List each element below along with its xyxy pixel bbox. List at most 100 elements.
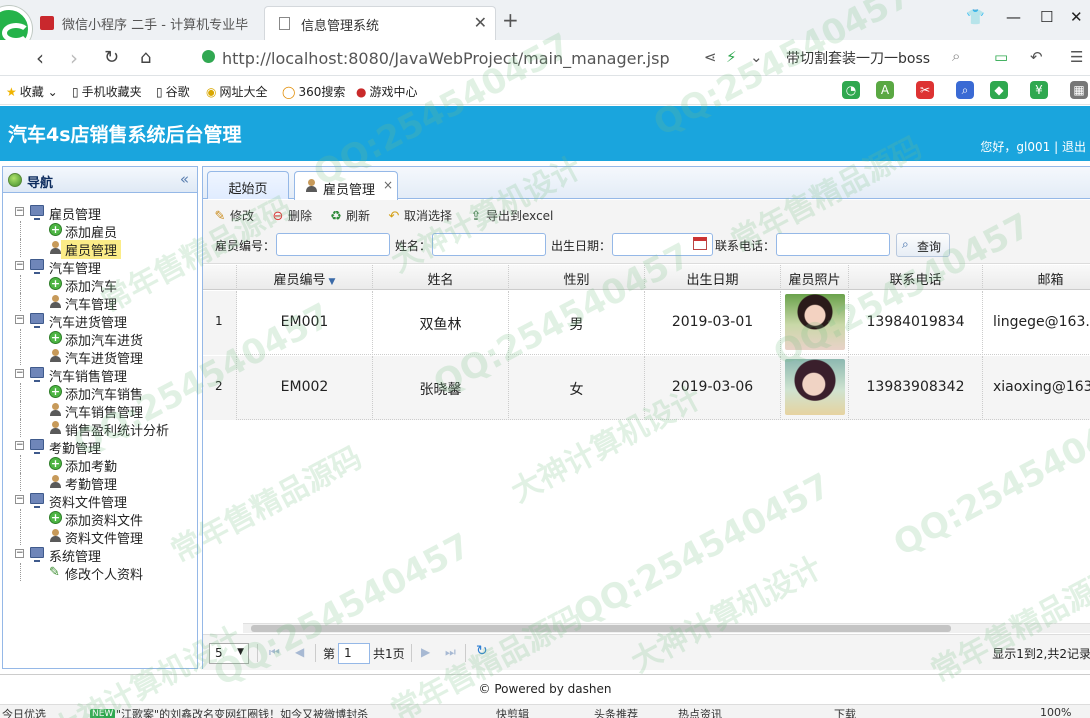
prev-page-icon[interactable]: ◀: [295, 645, 304, 659]
collapse-toggle-icon[interactable]: −: [15, 441, 24, 450]
close-tab-icon[interactable]: ✕: [474, 13, 487, 32]
table-row[interactable]: 2 EM002 张晓馨 女 2019-03-06 13983908342 xia…: [203, 356, 1090, 420]
sidebar-item[interactable]: + 添加资料文件: [3, 509, 197, 529]
sidebar-group[interactable]: − 考勤管理: [3, 437, 197, 457]
collapse-toggle-icon[interactable]: −: [15, 369, 24, 378]
collapse-toggle-icon[interactable]: −: [15, 207, 24, 216]
status-item-clip[interactable]: 快剪辑: [496, 706, 529, 718]
status-item-toutiao[interactable]: 头条推荐: [594, 706, 638, 718]
apps-grid-icon[interactable]: ▦: [1070, 81, 1088, 99]
sidebar-group[interactable]: − 汽车管理: [3, 257, 197, 277]
phone-input[interactable]: [776, 233, 890, 256]
back-icon[interactable]: ‹: [36, 46, 44, 70]
battery-icon[interactable]: ▭: [994, 48, 1008, 66]
delete-button[interactable]: ⊖ 删除: [271, 207, 312, 224]
collapse-icon[interactable]: «: [180, 170, 189, 188]
page-size-select[interactable]: 5 ▼: [209, 643, 249, 664]
url-field[interactable]: http://localhost:8080/JavaWebProject/mai…: [196, 46, 696, 70]
tab-employee-management[interactable]: 雇员管理 ×: [294, 171, 398, 200]
export-excel-button[interactable]: ⇪ 导出到excel: [469, 207, 554, 224]
sidebar-group[interactable]: − 汽车销售管理: [3, 365, 197, 385]
status-item-news[interactable]: 热点资讯: [678, 706, 722, 718]
sidebar-item[interactable]: + 添加汽车销售: [3, 383, 197, 403]
shirt-icon[interactable]: 👕: [966, 8, 985, 26]
share-icon[interactable]: ⋖: [704, 48, 717, 66]
sidebar-item[interactable]: 汽车销售管理: [3, 401, 197, 421]
sidebar-item[interactable]: + 添加汽车: [3, 275, 197, 295]
collapse-toggle-icon[interactable]: −: [15, 261, 24, 270]
refresh-icon[interactable]: ↻: [476, 643, 488, 659]
forward-icon[interactable]: ›: [70, 46, 78, 70]
wechat-extension-icon[interactable]: ◔: [842, 81, 860, 99]
scrollbar-thumb[interactable]: [251, 625, 951, 632]
next-page-icon[interactable]: ▶: [421, 645, 430, 659]
name-input[interactable]: [432, 233, 546, 256]
calendar-icon[interactable]: [693, 237, 707, 250]
browser-tab-1[interactable]: 微信小程序 二手 - 计算机专业毕: [26, 6, 262, 40]
sidebar-item[interactable]: + 添加雇员: [3, 221, 197, 241]
logout-link[interactable]: 退出: [1062, 140, 1086, 154]
bookmark-games[interactable]: ● 游戏中心: [356, 83, 418, 100]
search-box[interactable]: 带切割套装一刀一boss: [786, 48, 930, 68]
sidebar-item[interactable]: 雇员管理: [3, 239, 197, 259]
undo-icon[interactable]: ↶: [1030, 48, 1043, 66]
sidebar-item[interactable]: 销售盈利统计分析: [3, 419, 197, 439]
chevron-down-icon[interactable]: ⌄: [750, 48, 763, 66]
close-icon[interactable]: ×: [383, 178, 393, 192]
sidebar-group[interactable]: − 系统管理: [3, 545, 197, 565]
home-icon[interactable]: ⌂: [140, 47, 151, 68]
sidebar-group[interactable]: − 汽车进货管理: [3, 311, 197, 331]
first-page-icon[interactable]: ⏮: [269, 645, 280, 660]
yen-extension-icon[interactable]: ¥: [1030, 81, 1048, 99]
translate-extension-icon[interactable]: A: [876, 81, 894, 99]
edit-button[interactable]: ✎ 修改: [213, 207, 254, 224]
sidebar-item[interactable]: + 添加汽车进货: [3, 329, 197, 349]
column-header-emp-no[interactable]: 雇员编号 ▼: [237, 265, 373, 290]
sidebar-item[interactable]: 考勤管理: [3, 473, 197, 493]
news-headline[interactable]: "江歌案"的刘鑫改名变网红圈钱！如今又被微博封杀: [116, 706, 368, 718]
collapse-toggle-icon[interactable]: −: [15, 315, 24, 324]
sidebar-group[interactable]: − 资料文件管理: [3, 491, 197, 511]
bookmark-mobile[interactable]: ▯ 手机收藏夹: [72, 83, 142, 100]
close-window-button[interactable]: ✕: [1070, 8, 1083, 26]
column-header-gender[interactable]: 性别: [509, 265, 645, 290]
sidebar-item[interactable]: 资料文件管理: [3, 527, 197, 547]
sidebar-group[interactable]: − 雇员管理: [3, 203, 197, 223]
unselect-button[interactable]: ↶ 取消选择: [387, 207, 452, 224]
collapse-toggle-icon[interactable]: −: [15, 495, 24, 504]
sidebar-item[interactable]: 汽车管理: [3, 293, 197, 313]
status-item-download[interactable]: 下载: [834, 706, 856, 718]
bookmark-google[interactable]: ▯ 谷歌: [156, 83, 190, 100]
column-header-phone[interactable]: 联系电话: [849, 265, 983, 290]
bookmark-360search[interactable]: ◯ 360搜索: [282, 83, 345, 100]
maximize-button[interactable]: ☐: [1040, 8, 1053, 26]
search-icon[interactable]: ⌕: [952, 47, 960, 65]
column-header-photo[interactable]: 雇员照片: [781, 265, 849, 290]
emp-no-input[interactable]: [276, 233, 390, 256]
minimize-button[interactable]: —: [1006, 8, 1021, 26]
sidebar-item[interactable]: + 添加考勤: [3, 455, 197, 475]
refresh-button[interactable]: ♻ 刷新: [329, 207, 370, 224]
screenshot-extension-icon[interactable]: ✂: [916, 81, 934, 99]
table-row[interactable]: 1 EM001 双鱼林 男 2019-03-01 13984019834 lin…: [203, 291, 1090, 355]
tab-home[interactable]: 起始页: [207, 171, 289, 199]
last-page-icon[interactable]: ⏭: [445, 645, 456, 660]
menu-icon[interactable]: ☰: [1070, 48, 1083, 66]
gamepad-extension-icon[interactable]: ◆: [990, 81, 1008, 99]
column-header-name[interactable]: 姓名: [373, 265, 509, 290]
bookmark-nav[interactable]: ◉ 网址大全: [206, 83, 268, 100]
column-header-birth[interactable]: 出生日期: [645, 265, 781, 290]
new-tab-button[interactable]: +: [502, 8, 519, 32]
collapse-toggle-icon[interactable]: −: [15, 549, 24, 558]
column-header-email[interactable]: 邮箱: [983, 265, 1090, 290]
bookmark-favorites[interactable]: ★ 收藏 ⌄: [6, 83, 58, 100]
reload-icon[interactable]: ↻: [104, 47, 119, 68]
horizontal-scrollbar[interactable]: [243, 623, 1090, 633]
zoom-level[interactable]: 100%: [1040, 706, 1071, 718]
lightning-icon[interactable]: ⚡: [726, 48, 737, 66]
status-left[interactable]: 今日优选: [2, 706, 46, 718]
sidebar-item[interactable]: ✎ 修改个人资料: [3, 563, 197, 583]
sidebar-item[interactable]: 汽车进货管理: [3, 347, 197, 367]
browser-tab-2[interactable]: 信息管理系统 ✕: [264, 6, 496, 40]
query-button[interactable]: ⌕ 查询: [896, 233, 950, 257]
